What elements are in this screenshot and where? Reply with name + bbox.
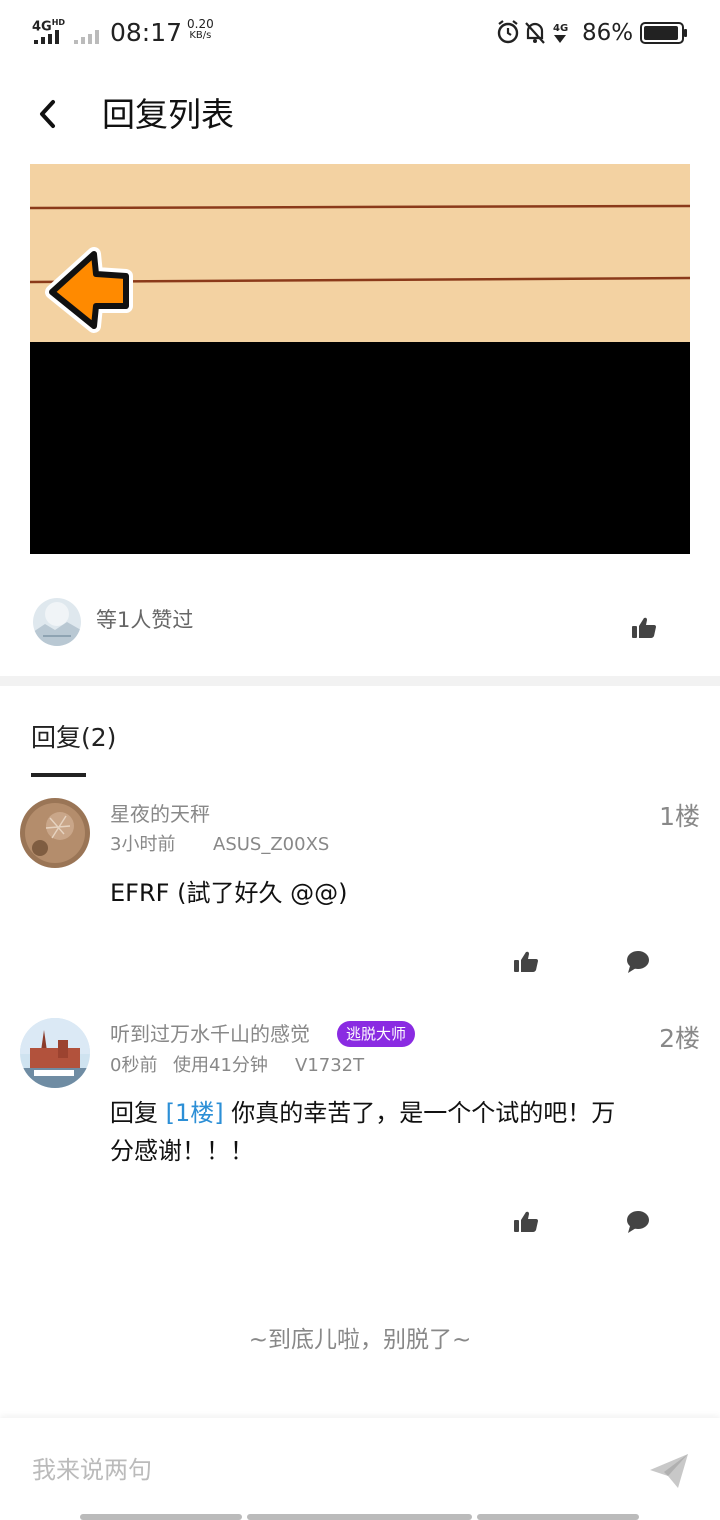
mute-bell-icon <box>525 22 545 44</box>
comment-input[interactable] <box>32 1450 592 1490</box>
nav-hint-bar <box>247 1514 472 1520</box>
tab-underline <box>31 773 86 777</box>
reply-username[interactable]: 听到过万水千山的感觉 <box>110 1020 310 1048</box>
reply-prefix: 回复 <box>110 1099 158 1127</box>
post-image[interactable] <box>30 164 690 554</box>
reply-avatar[interactable] <box>20 798 90 868</box>
reply-content: EFRF (試了好久 @@) <box>110 879 348 907</box>
user-badge: 逃脱大师 <box>337 1021 416 1047</box>
reply-time: 0秒前 <box>110 1055 158 1076</box>
reply-username[interactable]: 星夜的天秤 <box>110 800 210 828</box>
replies-tab[interactable]: 回复(2) <box>31 720 116 756</box>
thumbs-up-icon[interactable] <box>630 614 658 642</box>
alarm-icon <box>497 20 519 44</box>
end-of-list-note: ~到底儿啦，别脱了~ <box>248 1327 472 1353</box>
page-title: 回复列表 <box>102 95 234 134</box>
svg-text:4G: 4G <box>553 23 568 34</box>
thumbs-up-icon[interactable] <box>512 1208 540 1236</box>
reply-usage: 使用41分钟 <box>173 1055 268 1076</box>
reply-time: 3小时前 <box>110 834 176 855</box>
liker-avatar[interactable] <box>33 598 81 646</box>
reply-content: 回复 [1楼] 你真的幸苦了，是一个个试的吧！万 分感谢！！！ <box>110 1094 700 1170</box>
chevron-left-icon[interactable] <box>34 96 66 132</box>
reply-floor: 1楼 <box>659 802 700 831</box>
signal-icon <box>34 30 59 44</box>
send-icon[interactable] <box>648 1452 690 1490</box>
comment-icon[interactable] <box>624 948 652 976</box>
reply-floor: 2楼 <box>659 1024 700 1053</box>
reply-text-line1: 你真的幸苦了，是一个个试的吧！万 <box>231 1099 616 1127</box>
signal-icon-secondary <box>74 30 99 44</box>
nav-hint-bar <box>80 1514 242 1520</box>
reply-text-line2: 分感谢！！！ <box>110 1137 254 1165</box>
reply-device: V1732T <box>295 1055 365 1076</box>
floor-reference-link[interactable]: [1楼] <box>166 1099 224 1127</box>
reply-avatar[interactable] <box>20 1018 90 1088</box>
comment-icon[interactable] <box>624 1208 652 1236</box>
status-icons: 4G <box>497 20 568 44</box>
section-divider <box>0 676 720 686</box>
status-bar: 4GHD 08:17 0.20 KB/s 4G 86% <box>0 0 720 64</box>
reply-device: ASUS_Z00XS <box>213 834 330 855</box>
network-speed: 0.20 KB/s <box>187 17 214 41</box>
likes-summary[interactable]: 等1人赞过 <box>96 604 193 636</box>
status-time: 08:17 <box>110 18 183 47</box>
nav-hint-bar <box>477 1514 639 1520</box>
battery-icon <box>640 22 687 44</box>
battery-percent: 86% <box>582 20 634 46</box>
thumbs-up-icon[interactable] <box>512 948 540 976</box>
